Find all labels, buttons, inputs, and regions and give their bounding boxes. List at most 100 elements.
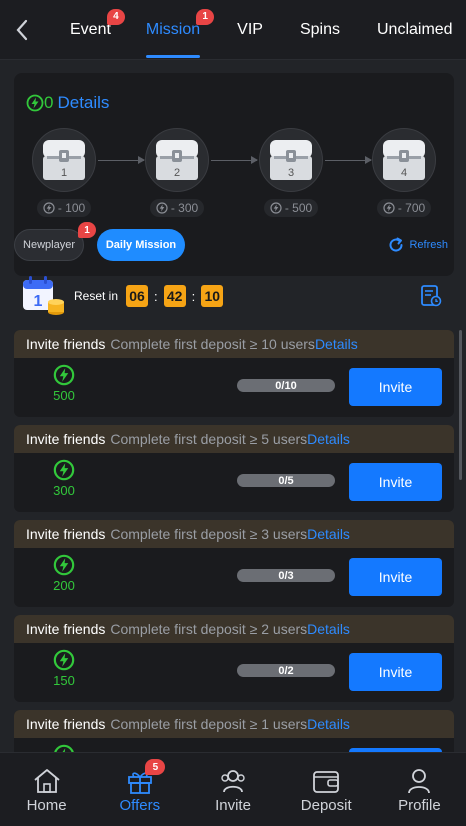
task-reward: 500	[46, 364, 82, 403]
task-card: Invite friends Complete first deposit ≥ …	[14, 425, 454, 512]
nav-deposit[interactable]: Deposit	[280, 753, 373, 826]
refresh-icon	[390, 237, 403, 252]
chest-3[interactable]: 3	[259, 128, 323, 192]
chest-3-cost: - 500	[259, 199, 323, 217]
task-details-link[interactable]: Details	[307, 431, 350, 447]
nav-offers-label: Offers	[119, 797, 161, 814]
nav-invite[interactable]: Invite	[186, 753, 279, 826]
nav-home[interactable]: Home	[0, 753, 93, 826]
task-card: Invite friends Complete first deposit ≥ …	[14, 615, 454, 702]
chest-2[interactable]: 2	[145, 128, 209, 192]
chest-cost-value: - 300	[170, 201, 199, 215]
chest-cost-value: - 500	[284, 201, 313, 215]
scrollbar[interactable]	[459, 330, 462, 480]
tab-event-badge: 4	[106, 8, 125, 25]
task-card: Invite friends Complete first deposit ≥ …	[14, 520, 454, 607]
timer-minutes: 42	[163, 285, 186, 307]
task-header: Invite friends Complete first deposit ≥ …	[14, 520, 454, 548]
invite-button[interactable]: Invite	[349, 558, 442, 596]
calendar-coins-icon: 1	[23, 276, 64, 315]
task-progress-bar: 0/3	[237, 569, 335, 582]
chest-4-cost: - 700	[372, 199, 436, 217]
task-progress-text: 0/3	[278, 569, 294, 582]
timer-colon: :	[191, 288, 196, 304]
treasure-chest-icon: 1	[43, 140, 85, 180]
lightning-icon	[53, 649, 75, 671]
energy-count: 0	[44, 93, 54, 112]
task-details-link[interactable]: Details	[307, 526, 350, 542]
task-title: Invite friends	[26, 336, 106, 352]
task-reward: 150	[46, 649, 82, 688]
tab-event-label: Event	[70, 20, 111, 38]
treasure-chest-icon: 4	[383, 140, 425, 180]
tab-unclaimed[interactable]: Unclaimed	[377, 0, 453, 60]
bottom-nav: Home Offers 5 Invite Deposit Profile	[0, 752, 466, 826]
chest-cost-value: - 700	[397, 201, 426, 215]
task-body: 500 0/10 Invite	[14, 358, 454, 417]
nav-offers-badge: 5	[145, 759, 166, 775]
chest-number: 3	[288, 167, 294, 179]
task-reward: 300	[46, 459, 82, 498]
chevron-left-icon	[16, 19, 28, 40]
top-nav: Event 4 Mission 1 VIP Spins Unclaimed	[0, 0, 466, 60]
lightning-icon	[53, 459, 75, 481]
task-reward-amount: 150	[53, 673, 75, 688]
lightning-icon	[54, 744, 74, 752]
task-title: Invite friends	[26, 716, 106, 732]
task-details-link[interactable]: Details	[315, 336, 358, 352]
task-body: 150 0/2 Invite	[14, 643, 454, 702]
chest-1-cost: - 100	[32, 199, 96, 217]
timer-seconds: 10	[201, 285, 224, 307]
task-description: Complete first deposit ≥ 3 users	[110, 526, 308, 542]
timer-colon: :	[154, 288, 158, 304]
reset-label: Reset in	[74, 289, 119, 303]
task-title: Invite friends	[26, 526, 106, 542]
tab-vip-label: VIP	[237, 20, 263, 38]
tab-vip[interactable]: VIP	[237, 0, 263, 60]
task-header: Invite friends Complete first deposit ≥ …	[14, 425, 454, 453]
tab-mission[interactable]: Mission 1	[145, 0, 215, 60]
task-reward-amount: 500	[53, 388, 75, 403]
chest-number: 2	[174, 167, 180, 179]
nav-profile[interactable]: Profile	[373, 753, 466, 826]
refresh-button[interactable]: Refresh	[387, 236, 448, 254]
task-progress-bar: 0/2	[237, 664, 335, 677]
lightning-icon	[383, 202, 395, 214]
task-title: Invite friends	[26, 431, 106, 447]
user-icon	[408, 769, 431, 794]
tab-event[interactable]: Event 4	[70, 0, 125, 60]
newplayer-tab[interactable]: Newplayer	[14, 229, 84, 261]
lightning-icon	[156, 202, 168, 214]
chest-1[interactable]: 1	[32, 128, 96, 192]
task-reward: 200	[46, 554, 82, 593]
history-icon[interactable]	[420, 284, 442, 308]
task-description: Complete first deposit ≥ 10 users	[110, 336, 315, 352]
invite-button[interactable]: Invite	[349, 368, 442, 406]
treasure-chest-icon: 3	[270, 140, 312, 180]
task-details-link[interactable]: Details	[307, 621, 350, 637]
task-progress-bar: 0/5	[237, 474, 335, 487]
task-progress-text: 0/2	[278, 664, 294, 677]
tab-spins[interactable]: Spins	[300, 0, 340, 60]
chest-number: 1	[61, 167, 67, 179]
task-body	[14, 738, 454, 752]
lightning-icon	[270, 202, 282, 214]
panel-details-link[interactable]: Details	[57, 93, 109, 113]
lightning-icon	[43, 202, 55, 214]
nav-profile-label: Profile	[398, 797, 441, 814]
svg-text:1: 1	[34, 293, 43, 310]
newplayer-tab-label: Newplayer	[23, 239, 75, 251]
task-details-link[interactable]: Details	[307, 716, 350, 732]
back-button[interactable]	[0, 0, 44, 60]
task-progress-text: 0/5	[278, 474, 294, 487]
task-title: Invite friends	[26, 621, 106, 637]
refresh-label: Refresh	[409, 239, 448, 251]
invite-button[interactable]: Invite	[349, 653, 442, 691]
chest-4[interactable]: 4	[372, 128, 436, 192]
invite-button[interactable]: Invite	[349, 463, 442, 501]
daily-mission-tab[interactable]: Daily Mission	[97, 229, 185, 261]
tab-unclaimed-label: Unclaimed	[376, 20, 453, 38]
task-description: Complete first deposit ≥ 2 users	[110, 621, 308, 637]
nav-offers[interactable]: Offers 5	[93, 753, 186, 826]
task-description: Complete first deposit ≥ 5 users	[110, 431, 308, 447]
